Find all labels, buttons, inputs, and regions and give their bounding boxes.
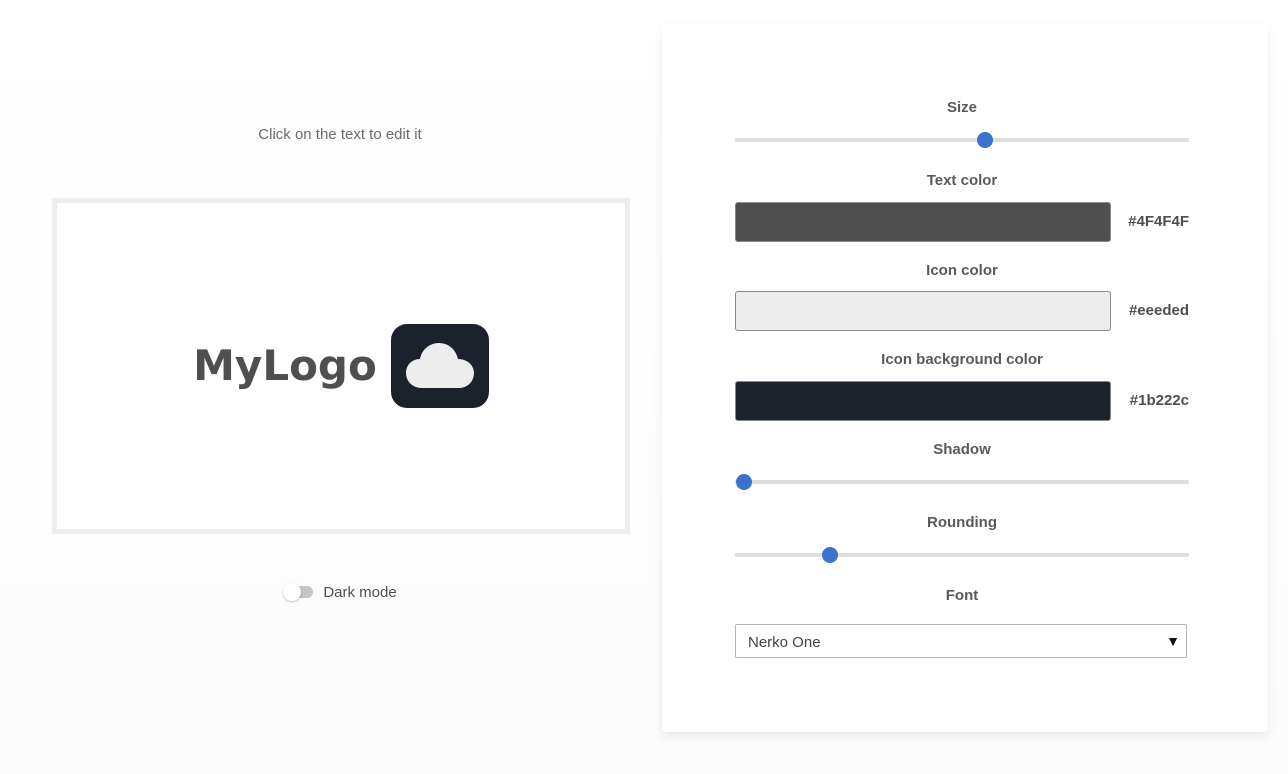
font-select[interactable]: Nerko One ▼ bbox=[735, 624, 1187, 658]
caret-down-icon: ▼ bbox=[1166, 633, 1180, 649]
text-color-row: #4F4F4F bbox=[735, 202, 1189, 242]
icon-color-row: #eeeded bbox=[735, 291, 1189, 331]
logo-icon-box bbox=[390, 324, 489, 408]
rounding-label: Rounding bbox=[927, 514, 997, 531]
dark-mode-label: Dark mode bbox=[323, 583, 397, 601]
icon-bg-color-hex: #1b222c bbox=[1129, 392, 1189, 409]
edit-hint: Click on the text to edit it bbox=[258, 126, 422, 143]
text-color-label: Text color bbox=[926, 172, 998, 189]
shadow-label: Shadow bbox=[933, 441, 991, 458]
dark-mode-control: Dark mode bbox=[52, 582, 628, 602]
icon-color-hex: #eeeded bbox=[1128, 302, 1189, 319]
size-label: Size bbox=[946, 99, 977, 116]
logo-maker-page: Click on the text to edit it MyLogo Dark… bbox=[0, 0, 1288, 774]
cloud-icon bbox=[405, 343, 474, 388]
logo-text[interactable]: MyLogo bbox=[193, 345, 377, 387]
icon-bg-color-swatch[interactable] bbox=[735, 381, 1111, 421]
dark-mode-toggle[interactable] bbox=[283, 582, 314, 602]
slider-rail bbox=[735, 480, 1189, 484]
slider-thumb[interactable] bbox=[822, 547, 839, 563]
slider-thumb[interactable] bbox=[976, 132, 993, 148]
toggle-knob bbox=[283, 583, 302, 601]
icon-bg-color-label: Icon background color bbox=[881, 351, 1043, 368]
slider-rail bbox=[735, 553, 1189, 557]
icon-bg-color-row: #1b222c bbox=[735, 381, 1189, 421]
size-slider[interactable] bbox=[735, 132, 1189, 148]
font-select-value: Nerko One bbox=[748, 634, 821, 651]
slider-thumb[interactable] bbox=[736, 474, 753, 490]
icon-color-label: Icon color bbox=[926, 262, 998, 279]
logo-preview: MyLogo bbox=[52, 198, 630, 534]
text-color-hex: #4F4F4F bbox=[1128, 213, 1189, 230]
settings-panel: Size Text color #4F4F4F Icon color #eeed… bbox=[662, 24, 1268, 732]
icon-color-swatch[interactable] bbox=[735, 291, 1111, 331]
rounding-slider[interactable] bbox=[735, 547, 1189, 563]
font-label: Font bbox=[945, 587, 979, 604]
shadow-slider[interactable] bbox=[735, 474, 1189, 490]
text-color-swatch[interactable] bbox=[735, 202, 1111, 242]
slider-rail bbox=[735, 138, 1189, 142]
